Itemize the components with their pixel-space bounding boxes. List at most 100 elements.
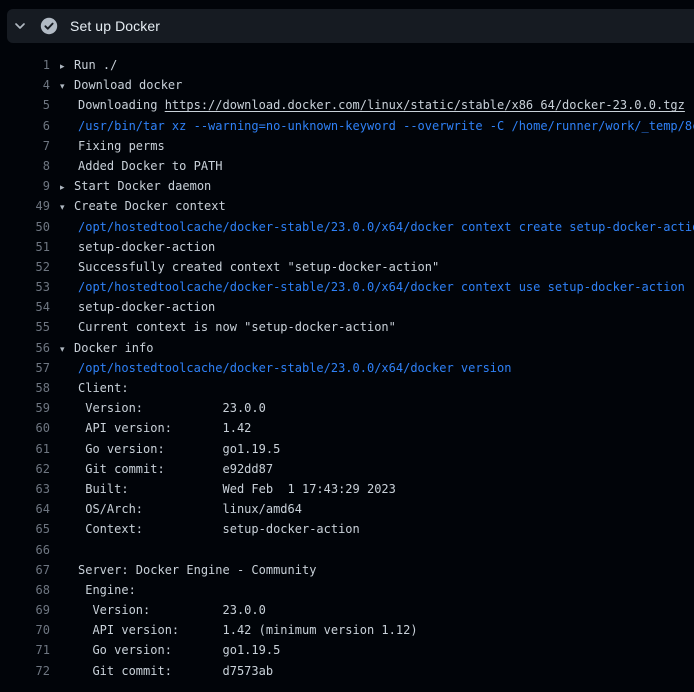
log-line: Server: Docker Engine - Community <box>60 560 316 580</box>
log-line: Successfully created context "setup-dock… <box>60 257 439 277</box>
check-circle-icon <box>40 17 58 35</box>
log-line: Go version: go1.19.5 <box>60 439 280 459</box>
log-command-line: /opt/hostedtoolcache/docker-stable/23.0.… <box>60 358 511 378</box>
line-number[interactable]: 57 <box>0 358 50 378</box>
line-number[interactable]: 69 <box>0 600 50 620</box>
log-line: API version: 1.42 <box>60 418 251 438</box>
line-number[interactable]: 7 <box>0 136 50 156</box>
log-line: Git commit: e92dd87 <box>60 459 273 479</box>
log-line: setup-docker-action <box>60 237 215 257</box>
line-number[interactable]: 58 <box>0 378 50 398</box>
log-row: 64 OS/Arch: linux/amd64 <box>0 499 694 519</box>
log-row: 4 ▾Download docker <box>0 75 694 95</box>
log-line: OS/Arch: linux/amd64 <box>60 499 302 519</box>
log-group-toggle[interactable]: ▸Start Docker daemon <box>60 176 211 196</box>
log-row: 62 Git commit: e92dd87 <box>0 459 694 479</box>
line-number[interactable]: 53 <box>0 277 50 297</box>
line-number[interactable]: 62 <box>0 459 50 479</box>
log-line: Version: 23.0.0 <box>60 600 266 620</box>
log-line: Downloading https://download.docker.com/… <box>60 95 685 115</box>
log-row: 65 Context: setup-docker-action <box>0 519 694 539</box>
log-row: 63 Built: Wed Feb 1 17:43:29 2023 <box>0 479 694 499</box>
line-number[interactable]: 5 <box>0 95 50 115</box>
line-number[interactable]: 56 <box>0 338 50 358</box>
line-number[interactable]: 55 <box>0 317 50 337</box>
log-row: 51 setup-docker-action <box>0 237 694 257</box>
log-line: API version: 1.42 (minimum version 1.12) <box>60 620 418 640</box>
log-line: setup-docker-action <box>60 297 215 317</box>
log-row: 49 ▾Create Docker context <box>0 196 694 216</box>
log-row: 68 Engine: <box>0 580 694 600</box>
line-number[interactable]: 49 <box>0 196 50 216</box>
log-row: 7 Fixing perms <box>0 136 694 156</box>
line-number[interactable]: 60 <box>0 418 50 438</box>
chevron-down-icon[interactable] <box>12 18 28 34</box>
line-number[interactable]: 70 <box>0 620 50 640</box>
log-group-toggle[interactable]: ▸Run ./ <box>60 55 117 75</box>
group-label: Create Docker context <box>74 199 226 213</box>
triangle-expanded-icon: ▾ <box>60 340 74 358</box>
log-line: Built: Wed Feb 1 17:43:29 2023 <box>60 479 396 499</box>
log-line: Engine: <box>60 580 136 600</box>
log-line: Go version: go1.19.5 <box>60 640 280 660</box>
log-row: 59 Version: 23.0.0 <box>0 398 694 418</box>
log-group-toggle[interactable]: ▾Docker info <box>60 338 153 358</box>
log-row: 70 API version: 1.42 (minimum version 1.… <box>0 620 694 640</box>
log-row: 55 Current context is now "setup-docker-a… <box>0 317 694 337</box>
log-command-line: /opt/hostedtoolcache/docker-stable/23.0.… <box>60 277 685 297</box>
log-line <box>60 540 78 560</box>
line-number[interactable]: 6 <box>0 116 50 136</box>
log-link[interactable]: https://download.docker.com/linux/static… <box>165 98 685 112</box>
log-line: Context: setup-docker-action <box>60 519 360 539</box>
line-number[interactable]: 66 <box>0 540 50 560</box>
line-number[interactable]: 4 <box>0 75 50 95</box>
line-number[interactable]: 64 <box>0 499 50 519</box>
line-number[interactable]: 8 <box>0 156 50 176</box>
log-row: 56 ▾Docker info <box>0 338 694 358</box>
log-group-toggle[interactable]: ▾Download docker <box>60 75 182 95</box>
log-lines: 1 ▸Run ./ 4 ▾Download docker 5 Downloading ht… <box>0 43 694 681</box>
log-text: Downloading <box>78 98 165 112</box>
group-label: Docker info <box>74 341 153 355</box>
line-number[interactable]: 67 <box>0 560 50 580</box>
log-command-line: /usr/bin/tar xz --warning=no-unknown-key… <box>60 116 694 136</box>
log-row: 61 Go version: go1.19.5 <box>0 439 694 459</box>
line-number[interactable]: 59 <box>0 398 50 418</box>
line-number[interactable]: 54 <box>0 297 50 317</box>
step-title: Set up Docker <box>70 18 160 34</box>
group-label: Start Docker daemon <box>74 179 211 193</box>
log-row: 9 ▸Start Docker daemon <box>0 176 694 196</box>
line-number[interactable]: 52 <box>0 257 50 277</box>
log-row: 8Added Docker to PATH <box>0 156 694 176</box>
line-number[interactable]: 9 <box>0 176 50 196</box>
log-line: Git commit: d7573ab <box>60 661 273 681</box>
line-number[interactable]: 51 <box>0 237 50 257</box>
log-command-line: /opt/hostedtoolcache/docker-stable/23.0.… <box>60 217 694 237</box>
log-line: Version: 23.0.0 <box>60 398 266 418</box>
log-row: 5 Downloading https://download.docker.com… <box>0 95 694 115</box>
log-group-toggle[interactable]: ▾Create Docker context <box>60 196 226 216</box>
line-number[interactable]: 1 <box>0 55 50 75</box>
line-number[interactable]: 68 <box>0 580 50 600</box>
log-line: Current context is now "setup-docker-act… <box>60 317 396 337</box>
log-row: 69 Version: 23.0.0 <box>0 600 694 620</box>
log-row: 52 Successfully created context "setup-do… <box>0 257 694 277</box>
triangle-collapsed-icon: ▸ <box>60 57 74 75</box>
line-number[interactable]: 72 <box>0 661 50 681</box>
log-row: 53/opt/hostedtoolcache/docker-stable/23.… <box>0 277 694 297</box>
log-line: Fixing perms <box>60 136 165 156</box>
log-row: 54 setup-docker-action <box>0 297 694 317</box>
log-row: 58Client: <box>0 378 694 398</box>
log-row: 66 <box>0 540 694 560</box>
line-number[interactable]: 71 <box>0 640 50 660</box>
line-number[interactable]: 61 <box>0 439 50 459</box>
triangle-collapsed-icon: ▸ <box>60 178 74 196</box>
line-number[interactable]: 63 <box>0 479 50 499</box>
line-number[interactable]: 65 <box>0 519 50 539</box>
log-row: 72 Git commit: d7573ab <box>0 661 694 681</box>
log-row: 71 Go version: go1.19.5 <box>0 640 694 660</box>
line-number[interactable]: 50 <box>0 217 50 237</box>
log-row: 67 Server: Docker Engine - Community <box>0 560 694 580</box>
step-header[interactable]: Set up Docker <box>7 9 694 43</box>
log-row: 60 API version: 1.42 <box>0 418 694 438</box>
